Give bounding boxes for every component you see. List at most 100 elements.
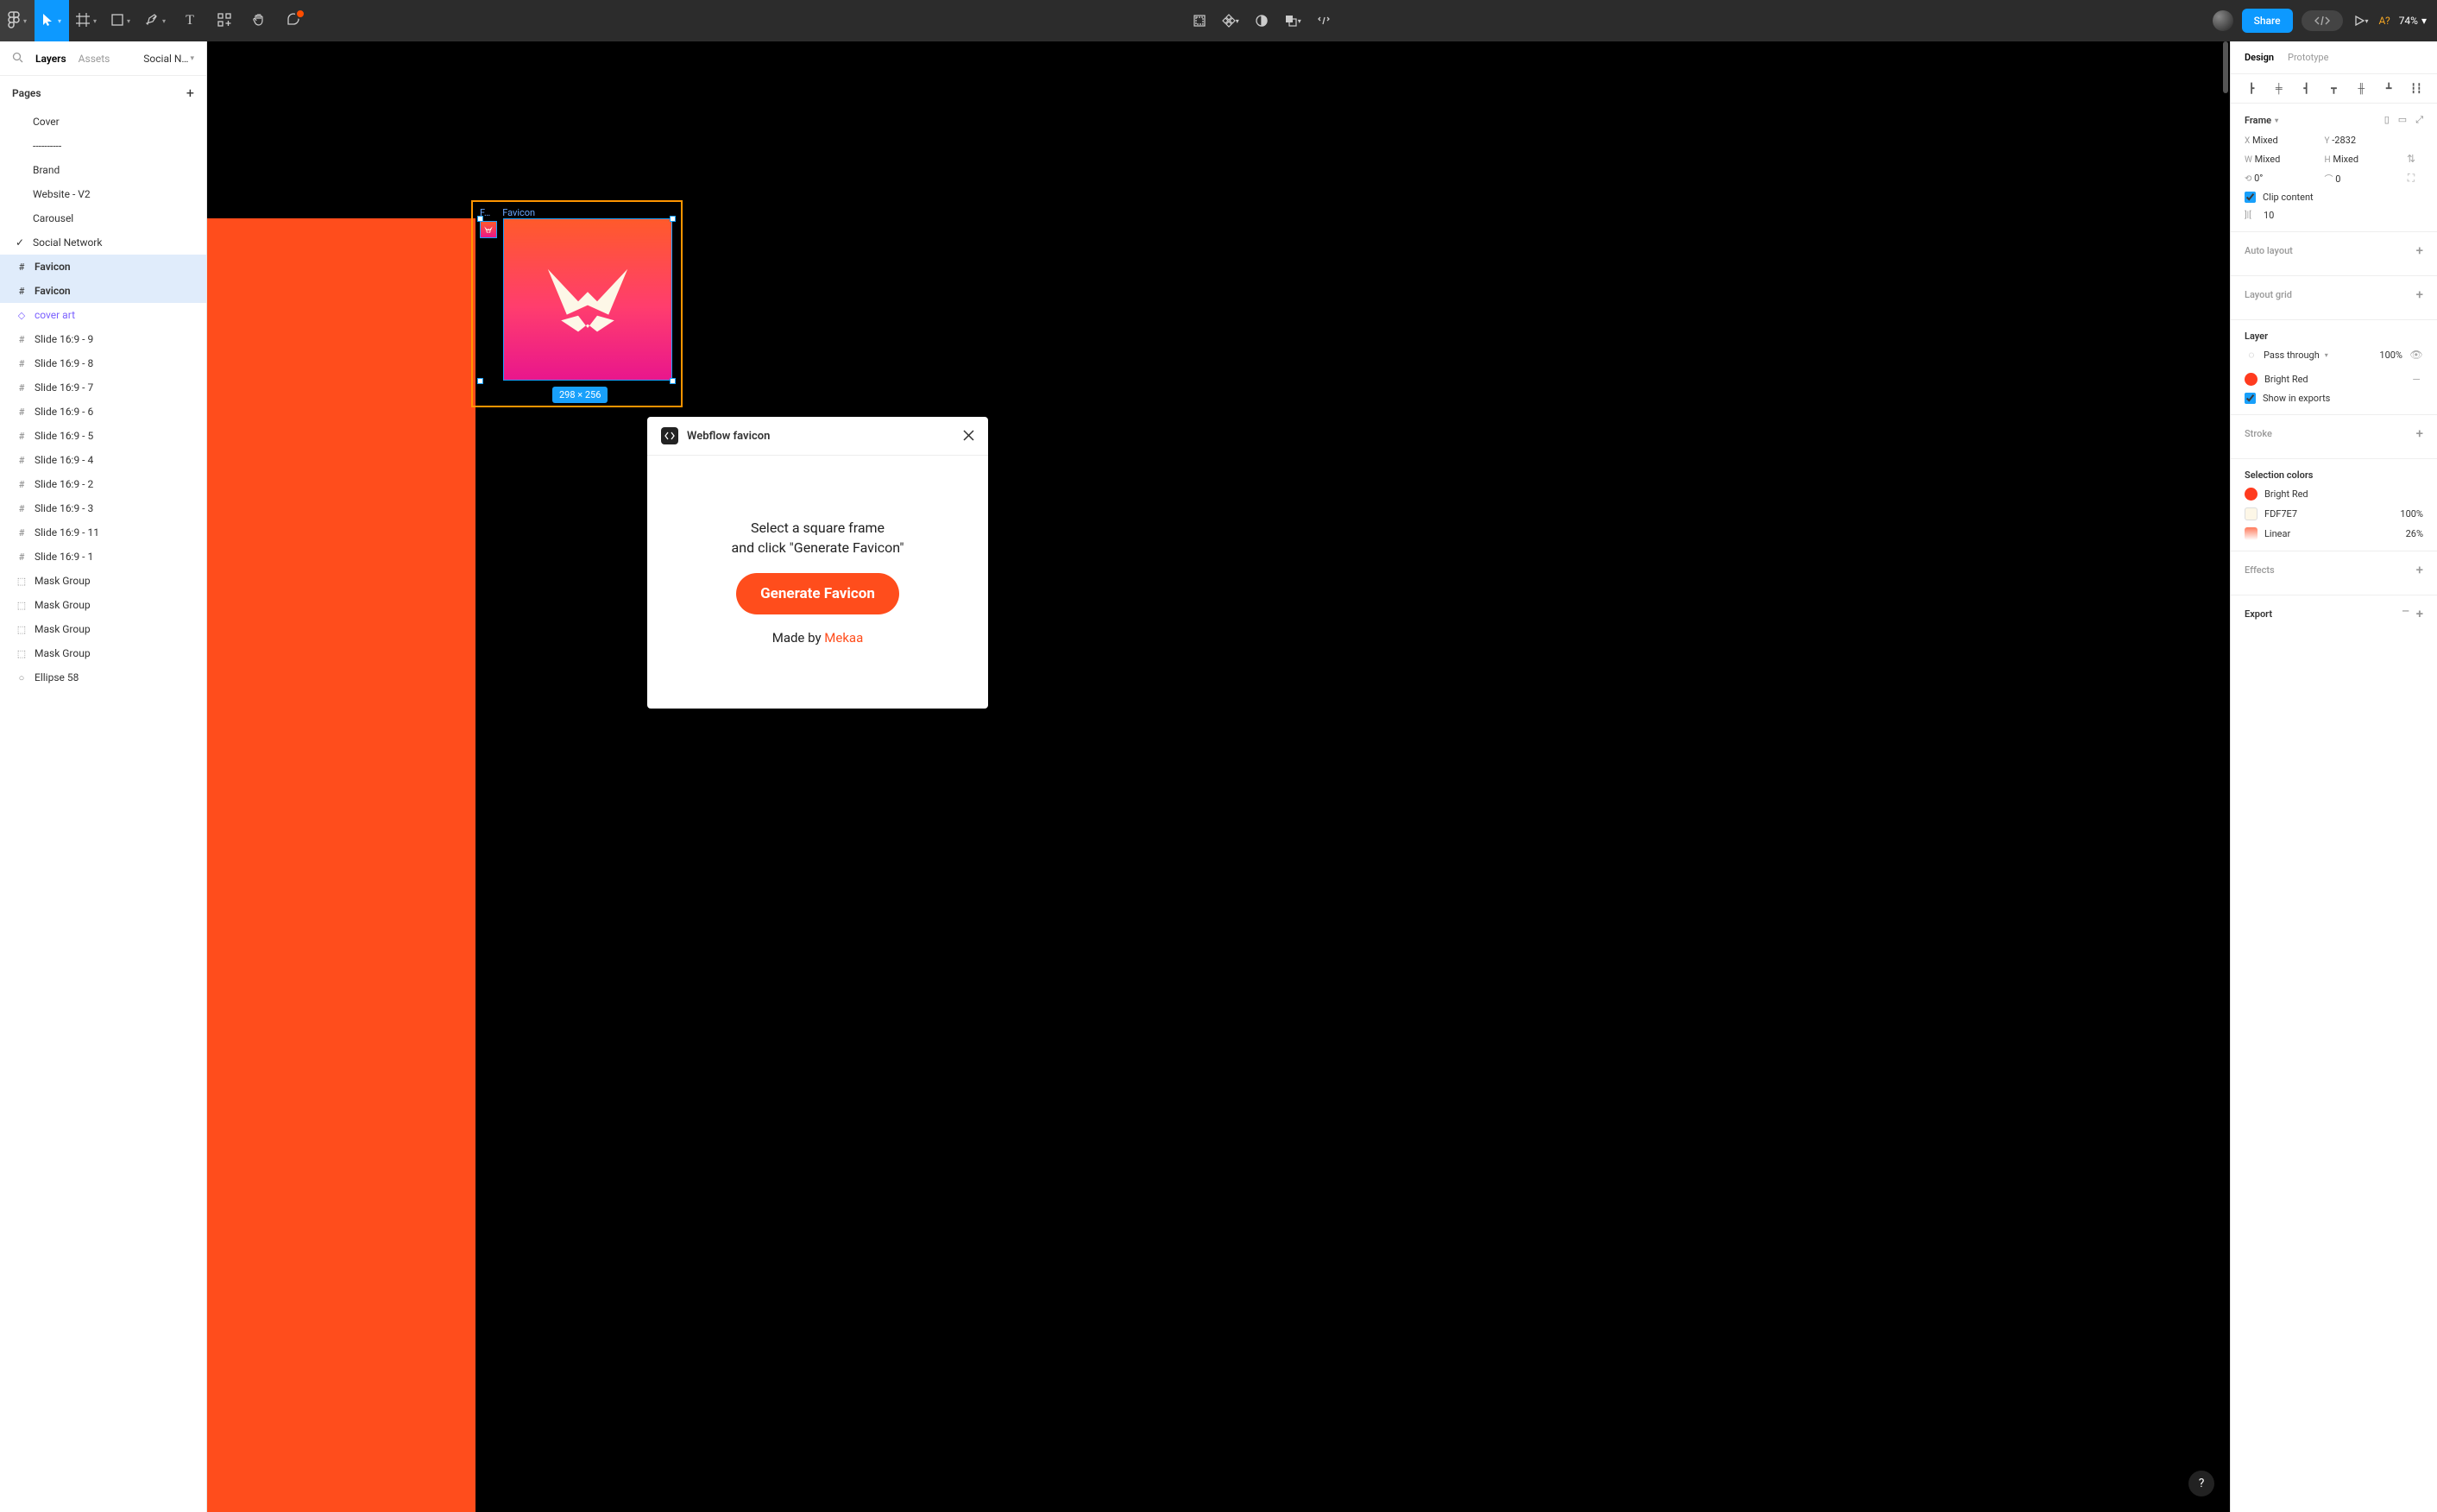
selection-color-row[interactable]: Bright Red xyxy=(2245,488,2423,501)
selection-handle[interactable] xyxy=(670,378,676,384)
text-tool[interactable]: T xyxy=(173,0,207,41)
layer-row[interactable]: #Slide 16:9 - 8 xyxy=(0,351,206,375)
gap-value[interactable]: 10 xyxy=(2264,210,2274,221)
layer-row[interactable]: ⬚Mask Group xyxy=(0,617,206,641)
plugin-close-button[interactable] xyxy=(963,428,974,444)
selection-handle[interactable] xyxy=(477,378,483,384)
page-row[interactable]: ✓Social Network xyxy=(0,230,206,255)
mask-icon[interactable] xyxy=(1252,11,1271,30)
layer-row[interactable]: #Favicon xyxy=(0,279,206,303)
add-page-button[interactable]: + xyxy=(186,85,194,101)
page-selector[interactable]: Social N…▾ xyxy=(143,53,194,65)
align-vcenter-icon[interactable]: ╫ xyxy=(2354,83,2368,94)
layer-row[interactable]: ○Ellipse 58 xyxy=(0,665,206,690)
blend-mode[interactable]: Pass through xyxy=(2264,350,2320,361)
move-tool[interactable]: ▾ xyxy=(35,0,69,41)
align-left-icon[interactable]: ┣ xyxy=(2245,83,2258,94)
selection-handle[interactable] xyxy=(477,216,483,222)
x-value[interactable]: Mixed xyxy=(2252,135,2278,146)
layer-row[interactable]: #Slide 16:9 - 11 xyxy=(0,520,206,545)
fill-swatch[interactable] xyxy=(2245,373,2258,386)
selection-color-row[interactable]: FDF7E7100% xyxy=(2245,507,2423,520)
layer-row[interactable]: #Slide 16:9 - 1 xyxy=(0,545,206,569)
w-value[interactable]: Mixed xyxy=(2255,154,2281,165)
components-icon[interactable]: ▾ xyxy=(1221,11,1240,30)
add-stroke-button[interactable]: + xyxy=(2416,425,2423,441)
search-icon[interactable] xyxy=(12,52,23,66)
layer-row[interactable]: ◇cover art xyxy=(0,303,206,327)
credit-link[interactable]: Mekaa xyxy=(824,630,863,646)
avatar[interactable] xyxy=(2213,10,2233,31)
landscape-icon[interactable]: ▭ xyxy=(2398,114,2407,126)
link-dimensions-icon[interactable]: ⇅ xyxy=(2404,153,2418,165)
rotation-value[interactable]: 0° xyxy=(2254,173,2263,184)
favicon-frame-large[interactable] xyxy=(503,218,672,381)
layer-row[interactable]: #Slide 16:9 - 6 xyxy=(0,400,206,424)
link-icon[interactable] xyxy=(1314,11,1333,30)
layer-row[interactable]: #Slide 16:9 - 7 xyxy=(0,375,206,400)
scrollbar[interactable] xyxy=(2223,41,2228,93)
layer-row[interactable]: ⬚Mask Group xyxy=(0,641,206,665)
hand-tool[interactable] xyxy=(242,0,276,41)
tab-design[interactable]: Design xyxy=(2245,52,2274,63)
layer-row[interactable]: #Slide 16:9 - 9 xyxy=(0,327,206,351)
tab-prototype[interactable]: Prototype xyxy=(2288,52,2328,63)
remove-export-button[interactable]: — xyxy=(2402,606,2409,621)
page-row[interactable]: Website - V2 xyxy=(0,182,206,206)
tab-assets[interactable]: Assets xyxy=(79,53,110,65)
align-hcenter-icon[interactable]: ╪ xyxy=(2272,83,2286,94)
favicon-frame-small[interactable] xyxy=(480,221,497,238)
layer-row[interactable]: ⬚Mask Group xyxy=(0,569,206,593)
portrait-icon[interactable]: ▯ xyxy=(2384,114,2390,126)
layer-row[interactable]: #Slide 16:9 - 4 xyxy=(0,448,206,472)
dev-frame-icon[interactable] xyxy=(1190,11,1209,30)
page-row[interactable]: Carousel xyxy=(0,206,206,230)
add-layout-grid-button[interactable]: + xyxy=(2416,287,2423,302)
align-right-icon[interactable]: ┫ xyxy=(2300,83,2314,94)
shape-tool[interactable]: ▾ xyxy=(104,0,138,41)
help-button[interactable]: ? xyxy=(2188,1471,2214,1496)
y-value[interactable]: -2832 xyxy=(2332,135,2356,146)
layer-row[interactable]: #Slide 16:9 - 2 xyxy=(0,472,206,496)
fit-icon[interactable]: ⤢ xyxy=(2415,114,2423,126)
add-auto-layout-button[interactable]: + xyxy=(2416,243,2423,258)
layer-row[interactable]: ⬚Mask Group xyxy=(0,593,206,617)
tab-layers[interactable]: Layers xyxy=(35,53,66,65)
align-top-icon[interactable]: ┳ xyxy=(2327,83,2340,94)
fill-name[interactable]: Bright Red xyxy=(2264,374,2308,385)
remove-fill-icon[interactable]: — xyxy=(2409,374,2423,386)
visibility-icon[interactable]: 👁 xyxy=(2409,349,2423,361)
generate-favicon-button[interactable]: Generate Favicon xyxy=(736,573,899,614)
page-row[interactable]: Brand xyxy=(0,158,206,182)
independent-corners-icon[interactable]: ⛶ xyxy=(2404,172,2418,185)
boolean-icon[interactable]: ▾ xyxy=(1283,11,1302,30)
selection-handle[interactable] xyxy=(670,216,676,222)
present-button[interactable]: ▾ xyxy=(2352,11,2371,30)
canvas[interactable]: F… Favicon 298 × 256 Webflow favicon xyxy=(207,41,2230,1512)
show-in-exports-checkbox[interactable] xyxy=(2245,393,2256,404)
page-row[interactable]: ---------- xyxy=(0,134,206,158)
h-value[interactable]: Mixed xyxy=(2333,154,2358,165)
pen-tool[interactable]: ▾ xyxy=(138,0,173,41)
align-bottom-icon[interactable]: ┻ xyxy=(2382,83,2396,94)
missing-fonts-indicator[interactable]: A? xyxy=(2379,15,2390,27)
dev-mode-toggle[interactable] xyxy=(2302,10,2343,31)
page-row[interactable]: Cover xyxy=(0,110,206,134)
share-button[interactable]: Share xyxy=(2242,9,2293,33)
resources-tool[interactable] xyxy=(207,0,242,41)
main-menu-button[interactable]: ▾ xyxy=(0,0,35,41)
comment-tool[interactable] xyxy=(276,0,311,41)
layer-row[interactable]: #Slide 16:9 - 5 xyxy=(0,424,206,448)
zoom-level[interactable]: 74%▾ xyxy=(2399,15,2427,27)
layer-row[interactable]: #Favicon xyxy=(0,255,206,279)
selection-color-row[interactable]: Linear26% xyxy=(2245,527,2423,540)
frame-title[interactable]: Frame▾ xyxy=(2245,115,2278,126)
distribute-icon[interactable]: ┇┇ xyxy=(2409,83,2423,94)
add-effect-button[interactable]: + xyxy=(2416,562,2423,577)
radius-value[interactable]: 0 xyxy=(2335,173,2340,185)
frame-tool[interactable]: ▾ xyxy=(69,0,104,41)
clip-content-checkbox[interactable] xyxy=(2245,192,2256,203)
add-export-button[interactable]: + xyxy=(2416,606,2423,621)
layer-row[interactable]: #Slide 16:9 - 3 xyxy=(0,496,206,520)
opacity-value[interactable]: 100% xyxy=(2379,350,2402,361)
